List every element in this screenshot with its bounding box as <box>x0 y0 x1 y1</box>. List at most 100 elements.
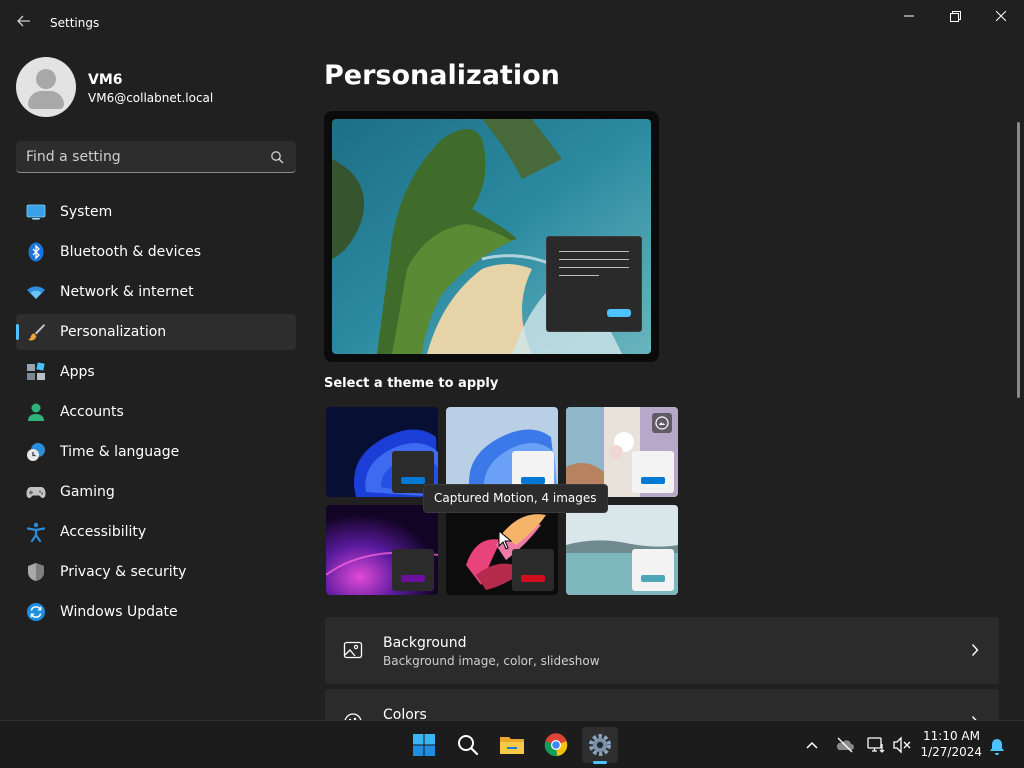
volume-muted-icon[interactable] <box>892 735 912 755</box>
sidebar-item-label: Personalization <box>60 324 167 340</box>
themes-heading: Select a theme to apply <box>324 376 499 391</box>
sidebar-item-label: Accessibility <box>60 524 147 540</box>
sidebar-item-label: Bluetooth & devices <box>60 244 202 260</box>
theme-window-mini <box>392 549 434 591</box>
theme-preview <box>324 111 659 362</box>
sidebar-item-apps[interactable]: Apps <box>16 354 296 390</box>
search-input[interactable] <box>26 146 266 168</box>
settings-window: Settings VM6 VM6@collabnet.local System … <box>0 0 1024 720</box>
windows-update-icon <box>27 603 45 621</box>
system-monitor-icon <box>26 204 46 220</box>
preview-line <box>559 267 629 268</box>
sidebar-item-bluetooth[interactable]: Bluetooth & devices <box>16 234 296 270</box>
title-bar: Settings <box>0 0 1024 48</box>
theme-window-mini <box>512 549 554 591</box>
file-explorer-button[interactable] <box>494 727 530 763</box>
onedrive-icon[interactable] <box>835 735 855 755</box>
chevron-right-icon <box>971 644 979 656</box>
theme-accent-swatch <box>641 575 665 582</box>
active-app-indicator <box>593 761 607 764</box>
gamepad-icon <box>26 487 46 498</box>
sidebar-item-accessibility[interactable]: Accessibility <box>16 514 296 550</box>
avatar-body <box>28 91 64 109</box>
scrollbar-thumb[interactable] <box>1017 122 1020 398</box>
avatar-head <box>36 69 56 89</box>
sidebar-item-label: Gaming <box>60 484 115 500</box>
clock-globe-icon <box>27 443 45 461</box>
background-setting-card[interactable]: Background Background image, color, slid… <box>325 617 999 684</box>
sidebar-item-label: Time & language <box>60 444 180 460</box>
theme-accent-swatch <box>401 477 425 484</box>
sidebar-item-network[interactable]: Network & internet <box>16 274 296 310</box>
bluetooth-icon <box>28 242 44 262</box>
preview-line <box>559 251 629 252</box>
window-title: Settings <box>50 16 100 30</box>
sidebar-item-label: Privacy & security <box>60 564 187 580</box>
sidebar-item-personalization[interactable]: Personalization <box>16 314 296 350</box>
page-title: Personalization <box>324 60 560 91</box>
restore-icon <box>949 10 961 22</box>
theme-accent-swatch <box>521 477 545 484</box>
sidebar-item-time-language[interactable]: Time & language <box>16 434 296 470</box>
user-name: VM6 <box>88 72 123 88</box>
accessibility-icon <box>26 522 46 542</box>
slideshow-icon <box>652 413 672 433</box>
back-arrow-icon[interactable] <box>12 12 36 36</box>
search-icon[interactable] <box>270 150 284 164</box>
sidebar-item-label: System <box>60 204 113 220</box>
sidebar-item-accounts[interactable]: Accounts <box>16 394 296 430</box>
image-icon <box>343 641 363 659</box>
network-icon[interactable] <box>866 735 886 755</box>
person-icon <box>28 403 44 421</box>
sidebar-item-system[interactable]: System <box>16 194 296 230</box>
theme-accent-swatch <box>401 575 425 582</box>
notification-bell-icon[interactable] <box>987 737 1007 757</box>
theme-accent-swatch <box>641 477 665 484</box>
minimize-icon <box>904 15 914 17</box>
sidebar-item-label: Accounts <box>60 404 124 420</box>
restore-button[interactable] <box>932 0 978 32</box>
theme-tile-glow[interactable] <box>326 505 438 595</box>
paintbrush-icon <box>28 324 45 341</box>
apps-icon <box>27 362 45 380</box>
preview-accent-button <box>607 309 631 317</box>
start-button[interactable] <box>406 727 442 763</box>
chrome-icon <box>544 733 568 757</box>
colors-setting-card[interactable]: Colors <box>325 689 999 720</box>
avatar[interactable] <box>16 57 76 117</box>
sidebar-item-gaming[interactable]: Gaming <box>16 474 296 510</box>
clock-date[interactable]: 1/27/2024 <box>920 745 982 759</box>
taskbar-search-button[interactable] <box>450 727 486 763</box>
sidebar-nav: System Bluetooth & devices Network & int… <box>16 194 296 634</box>
palette-icon <box>344 713 362 720</box>
search-box[interactable] <box>16 141 296 173</box>
settings-app-button[interactable] <box>582 727 618 763</box>
theme-tooltip: Captured Motion, 4 images <box>423 484 608 513</box>
start-icon <box>413 734 435 756</box>
wifi-icon <box>27 286 45 299</box>
file-explorer-icon <box>500 737 524 754</box>
close-button[interactable] <box>978 0 1024 32</box>
minimize-button[interactable] <box>886 0 932 32</box>
preview-line <box>559 275 599 276</box>
card-title: Colors <box>383 707 427 720</box>
sidebar-item-windows-update[interactable]: Windows Update <box>16 594 296 630</box>
sidebar-item-privacy-security[interactable]: Privacy & security <box>16 554 296 590</box>
close-icon <box>996 11 1006 21</box>
theme-tile-flow[interactable] <box>446 505 558 595</box>
theme-window-mini <box>632 549 674 591</box>
sidebar-item-label: Apps <box>60 364 95 380</box>
card-subtitle: Background image, color, slideshow <box>383 654 600 668</box>
taskbar: 11:10 AM 1/27/2024 <box>0 720 1024 768</box>
user-email: VM6@collabnet.local <box>88 91 214 105</box>
theme-accent-swatch <box>521 575 545 582</box>
chevron-up-icon[interactable] <box>802 735 822 755</box>
selection-indicator <box>16 324 19 340</box>
theme-tile-windows-dark[interactable] <box>326 407 438 497</box>
chrome-button[interactable] <box>538 727 574 763</box>
shield-icon <box>28 563 44 581</box>
preview-window-mockup <box>546 236 642 332</box>
theme-tile-sunrise[interactable] <box>566 505 678 595</box>
clock-time[interactable]: 11:10 AM <box>920 729 980 743</box>
mouse-cursor-icon <box>498 530 512 550</box>
